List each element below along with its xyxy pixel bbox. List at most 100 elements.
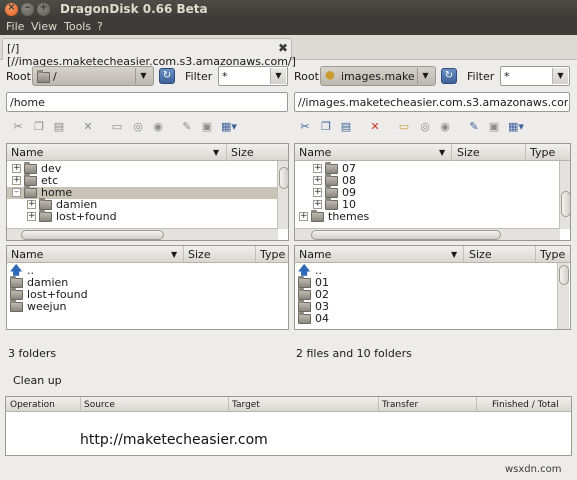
menu-tools[interactable]: Tools [64,20,91,33]
folder-refresh-icon[interactable]: ◎ [417,119,433,135]
left-tree-vscroll[interactable] [277,161,288,229]
website-url-overlay: http://maketecheasier.com [80,432,268,448]
left-path-input[interactable]: /home [6,92,288,112]
column-header-source[interactable]: Source [84,400,115,410]
left-refresh-button[interactable]: ↻ [159,68,175,84]
expand-icon[interactable]: + [12,164,21,173]
paste-icon[interactable]: ▤ [51,119,67,135]
column-header-type[interactable]: Type [260,248,285,261]
left-list-pane[interactable]: Name ▼ Size Type 🡅 .. damien lost+found … [6,245,289,330]
column-header-type[interactable]: Type [540,248,565,261]
cut-icon[interactable]: ✂ [297,119,313,135]
expand-icon[interactable]: + [27,212,36,221]
right-root-combo[interactable]: ⬢ images.maketec ▼ [320,66,436,86]
tree-row[interactable]: + 08 [295,174,559,187]
expand-icon[interactable]: + [313,176,322,185]
tab-connection[interactable]: [/] [//images.maketecheasier.com.s3.amaz… [2,38,296,68]
right-tree-pane[interactable]: Name ▼ Size Type + 07 + 08 + 09 + 10 + t… [294,143,571,241]
column-header-name[interactable]: Name [299,248,331,261]
chevron-down-icon: ▼ [552,68,568,84]
list-item[interactable]: weejun [7,300,287,313]
menu-view[interactable]: View [31,20,57,33]
right-path-input[interactable]: //images.maketecheasier.com.s3.amazonaws… [294,92,570,112]
column-header-transfer[interactable]: Transfer [382,400,418,410]
expand-icon[interactable]: + [313,188,322,197]
permissions-icon[interactable]: ▣ [199,119,215,135]
column-header-target[interactable]: Target [232,400,260,410]
new-folder-icon[interactable]: ▭ [396,119,412,135]
scroll-thumb[interactable] [559,265,569,285]
tab-close-icon[interactable]: ✖ [278,41,288,55]
copy-icon[interactable]: ❐ [318,119,334,135]
properties-icon[interactable]: ✎ [179,119,195,135]
right-list-pane[interactable]: Name ▼ Size Type 🡅 .. 01 02 03 04 [294,245,571,330]
view-mode-icon[interactable]: ▦▾ [508,119,524,135]
tree-row[interactable]: + 09 [295,186,559,199]
tree-row-selected[interactable]: – home [7,186,277,199]
left-tree-hscroll[interactable] [7,228,278,240]
collapse-icon[interactable]: – [12,188,21,197]
menu-help[interactable]: ? [97,20,103,33]
window-minimize-button[interactable]: – [21,2,34,16]
column-header-type[interactable]: Type [530,146,555,159]
expand-icon[interactable]: + [299,212,308,221]
scroll-thumb[interactable] [21,230,164,240]
view-mode-icon[interactable]: ▦▾ [221,119,237,135]
tree-row[interactable]: + damien [7,198,277,211]
right-filter-value: * [504,70,510,83]
window-maximize-button[interactable]: + [37,2,50,16]
column-header-size[interactable]: Size [469,248,492,261]
copy-icon[interactable]: ❐ [31,119,47,135]
right-tree-vscroll[interactable] [559,161,570,229]
properties-icon[interactable]: ✎ [466,119,482,135]
cut-icon[interactable]: ✂ [10,119,26,135]
list-item[interactable]: 03 [295,300,557,313]
right-refresh-button[interactable]: ↻ [441,68,457,84]
scroll-thumb[interactable] [279,167,288,189]
tree-row[interactable]: + lost+found [7,210,277,223]
left-filter-input[interactable]: * ▼ [218,66,288,86]
column-header-name[interactable]: Name [11,146,43,159]
folder-refresh-icon[interactable]: ◎ [130,119,146,135]
folder-sync-icon[interactable]: ◉ [437,119,453,135]
window-close-button[interactable]: × [5,2,18,16]
column-header-size[interactable]: Size [188,248,211,261]
delete-icon[interactable]: ✕ [80,119,96,135]
left-tree-pane[interactable]: Name ▼ Size + dev + etc – home + damien … [6,143,289,241]
list-item[interactable]: 04 [295,312,557,325]
expand-icon[interactable]: + [12,176,21,185]
paste-icon[interactable]: ▤ [338,119,354,135]
right-tree-hscroll[interactable] [295,228,560,240]
left-root-combo[interactable]: / ▼ [32,66,154,86]
delete-icon[interactable]: ✕ [367,119,383,135]
new-folder-icon[interactable]: ▭ [109,119,125,135]
sort-icon: ▼ [171,250,178,259]
refresh-icon: ↻ [444,70,454,81]
column-header-name[interactable]: Name [299,146,331,159]
list-item[interactable]: 02 [295,288,557,301]
cleanup-button[interactable]: Clean up [13,374,62,387]
column-header-operation[interactable]: Operation [10,400,55,410]
menu-file[interactable]: File [6,20,24,33]
scroll-thumb[interactable] [561,191,570,217]
permissions-icon[interactable]: ▣ [486,119,502,135]
folder-sync-icon[interactable]: ◉ [150,119,166,135]
expand-icon[interactable]: + [27,200,36,209]
column-header-name[interactable]: Name [11,248,43,261]
tree-row[interactable]: + 07 [295,162,559,175]
list-item-parent[interactable]: 🡅 .. [295,264,557,277]
chevron-down-icon: ▼ [135,68,151,84]
folder-icon [298,300,311,312]
expand-icon[interactable]: + [313,164,322,173]
right-filter-input[interactable]: * ▼ [500,66,570,86]
column-header-size[interactable]: Size [231,146,254,159]
expand-icon[interactable]: + [313,200,322,209]
column-header-finished-total[interactable]: Finished / Total [492,400,559,410]
scroll-thumb[interactable] [311,230,501,240]
list-item[interactable]: 01 [295,276,557,289]
right-list-vscroll[interactable] [557,263,569,329]
tab-label: [/] [//images.maketecheasier.com.s3.amaz… [7,42,296,68]
folder-icon [325,186,338,198]
tree-row[interactable]: + themes [295,210,559,223]
column-header-size[interactable]: Size [457,146,480,159]
